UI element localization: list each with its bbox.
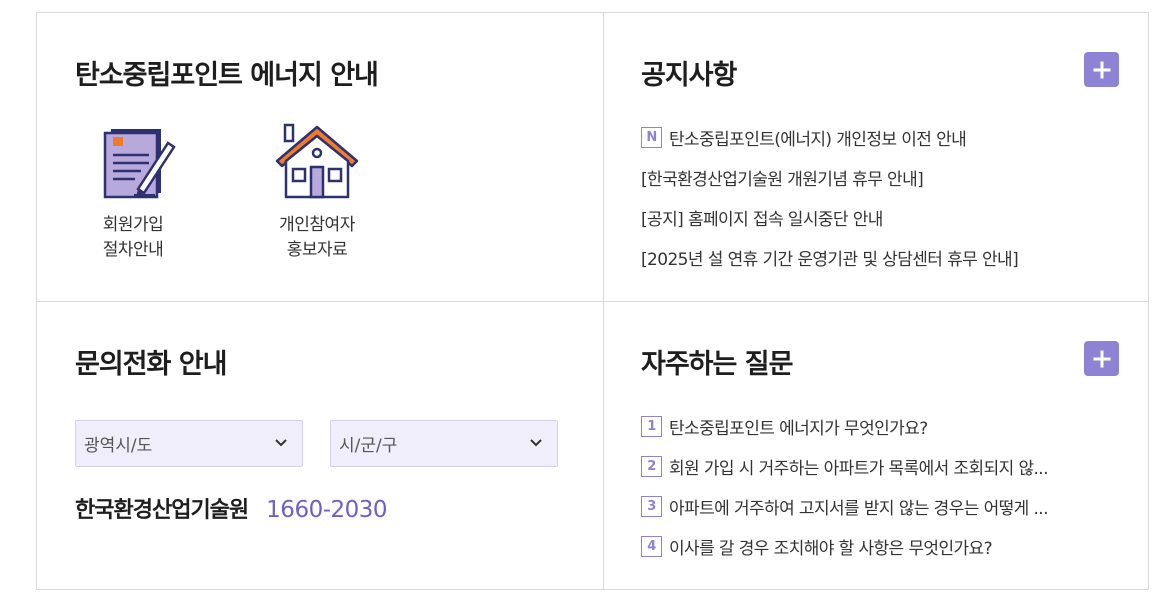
promo-material-label-2: 홍보자료	[286, 240, 348, 260]
signup-guide-label-1: 회원가입	[102, 215, 164, 235]
promo-material-label-1: 개인참여자	[279, 215, 355, 235]
promo-material-link[interactable]: 개인참여자 홍보자료	[257, 123, 377, 263]
faq-list: 1 탄소중립포인트 에너지가 무엇인가요? 2 회원 가입 시 거주하는 아파트…	[641, 406, 1121, 566]
house-icon	[275, 123, 359, 199]
notice-more-button[interactable]	[1084, 52, 1119, 87]
faq-link[interactable]: 이사를 갈 경우 조치해야 할 사항은 무엇인가요?	[669, 534, 992, 559]
faq-link[interactable]: 아파트에 거주하여 고지서를 받지 않는 경우는 어떻게 ...	[669, 494, 1048, 519]
faq-item: 3 아파트에 거주하여 고지서를 받지 않는 경우는 어떻게 ...	[641, 486, 1121, 526]
contact-panel: 문의전화 안내 광역시/도 시/군/구 한국환경산업기술원 1660-2030	[37, 302, 603, 591]
faq-link[interactable]: 회원 가입 시 거주하는 아파트가 목록에서 조회되지 않...	[669, 454, 1048, 479]
region-select-value: 광역시/도	[84, 436, 153, 456]
faq-panel: 자주하는 질문 1 탄소중립포인트 에너지가 무엇인가요? 2 회원 가입 시 …	[604, 302, 1150, 591]
energy-guide-panel: 탄소중립포인트 에너지 안내 회원가입 절차안내 개인참여자 홍보자료	[37, 13, 603, 301]
faq-link[interactable]: 탄소중립포인트 에너지가 무엇인가요?	[669, 414, 928, 439]
signup-guide-link[interactable]: 회원가입 절차안내	[73, 123, 193, 263]
notice-item: [공지] 홈페이지 접속 일시중단 안내	[641, 197, 1121, 237]
chevron-down-icon	[275, 439, 287, 447]
faq-number-badge: 4	[641, 535, 662, 557]
notice-title: 공지사항	[641, 60, 737, 91]
signup-guide-label-2: 절차안내	[102, 240, 164, 260]
notice-link[interactable]: [2025년 설 연휴 기간 운영기관 및 상담센터 휴무 안내]	[641, 245, 1018, 270]
city-select[interactable]: 시/군/구	[330, 420, 558, 467]
notice-link[interactable]: 탄소중립포인트(에너지) 개인정보 이전 안내	[669, 125, 966, 150]
energy-guide-title: 탄소중립포인트 에너지 안내	[75, 60, 379, 91]
faq-number-badge: 3	[641, 495, 662, 517]
contact-title: 문의전화 안내	[75, 349, 227, 380]
faq-item: 2 회원 가입 시 거주하는 아파트가 목록에서 조회되지 않...	[641, 446, 1121, 486]
notice-panel: 공지사항 N 탄소중립포인트(에너지) 개인정보 이전 안내 [한국환경산업기술…	[604, 13, 1150, 301]
notice-item: [한국환경산업기술원 개원기념 휴무 안내]	[641, 157, 1121, 197]
region-select[interactable]: 광역시/도	[75, 420, 303, 467]
main-grid: 탄소중립포인트 에너지 안내 회원가입 절차안내 개인참여자 홍보자료 공지사항…	[36, 12, 1149, 590]
faq-more-button[interactable]	[1084, 341, 1119, 376]
faq-number-badge: 1	[641, 415, 662, 437]
notice-list: N 탄소중립포인트(에너지) 개인정보 이전 안내 [한국환경산업기술원 개원기…	[641, 117, 1121, 277]
chevron-down-icon	[530, 439, 542, 447]
contact-info: 한국환경산업기술원 1660-2030	[75, 492, 388, 524]
faq-item: 4 이사를 갈 경우 조치해야 할 사항은 무엇인가요?	[641, 526, 1121, 566]
notice-link[interactable]: [공지] 홈페이지 접속 일시중단 안내	[641, 205, 883, 230]
faq-title: 자주하는 질문	[641, 349, 793, 380]
faq-item: 1 탄소중립포인트 에너지가 무엇인가요?	[641, 406, 1121, 446]
document-pen-icon	[103, 129, 176, 199]
notice-item: [2025년 설 연휴 기간 운영기관 및 상담센터 휴무 안내]	[641, 237, 1121, 277]
contact-phone: 1660-2030	[266, 497, 388, 523]
faq-number-badge: 2	[641, 455, 662, 477]
notice-item: N 탄소중립포인트(에너지) 개인정보 이전 안내	[641, 117, 1121, 157]
city-select-value: 시/군/구	[339, 436, 398, 456]
notice-link[interactable]: [한국환경산업기술원 개원기념 휴무 안내]	[641, 165, 923, 190]
contact-org: 한국환경산업기술원	[75, 498, 249, 523]
new-badge: N	[641, 126, 662, 148]
